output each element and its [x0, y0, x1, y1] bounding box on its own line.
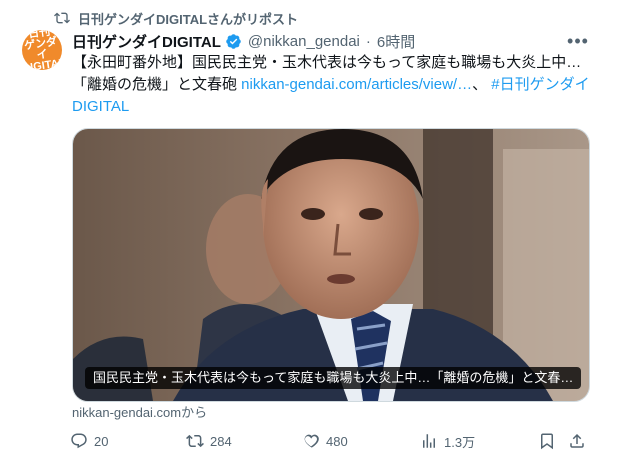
reply-count: 20	[94, 433, 109, 449]
share-button[interactable]	[568, 428, 586, 454]
tweet-text: 【永田町番外地】国民民主党・玉木代表は今もって家庭も職場も大炎上中… 「離婚の危…	[72, 52, 592, 118]
more-options-button[interactable]: •••	[566, 30, 590, 52]
repost-count: 284	[210, 433, 232, 449]
article-link[interactable]: nikkan-gendai.com/articles/view/…	[241, 76, 472, 93]
action-bar: 20 284 480 1.3万	[70, 428, 590, 454]
repost-label: 日刊ゲンダイDIGITALさんがリポスト	[78, 11, 299, 27]
views-chart-icon	[423, 434, 435, 448]
views-count: 1.3万	[444, 434, 476, 450]
like-count: 480	[326, 433, 348, 449]
views-button[interactable]: 1.3万	[420, 428, 475, 454]
card-photo	[73, 129, 589, 401]
tweet-line-1: 【永田町番外地】国民民主党・玉木代表は今もって家庭も職場も大炎上中…	[72, 54, 582, 71]
link-card[interactable]: 国民民主党・玉木代表は今もって家庭も職場も大炎上中…「離婚の危機」と文春…	[72, 128, 590, 402]
tweet-header: 日刊ゲンダイDIGITAL @nikkan_gendai · 6時間	[72, 30, 415, 52]
card-caption: 国民民主党・玉木代表は今もって家庭も職場も大炎上中…「離婚の危機」と文春…	[85, 367, 582, 389]
avatar-logo: 日刊 ゲンダイ DIGITAL	[22, 30, 62, 70]
post-time[interactable]: 6時間	[377, 31, 415, 52]
bookmark-button[interactable]	[538, 428, 556, 454]
repost-indicator[interactable]: 日刊ゲンダイDIGITALさんがリポスト	[54, 8, 298, 28]
bookmark-icon	[541, 433, 553, 450]
author-name[interactable]: 日刊ゲンダイDIGITAL	[72, 31, 221, 52]
share-icon	[570, 433, 584, 448]
more-icon: •••	[567, 30, 589, 51]
reply-icon	[71, 433, 87, 449]
tweet-separator: 、	[472, 76, 492, 93]
avatar[interactable]: 日刊 ゲンダイ DIGITAL	[22, 30, 62, 70]
repost-button[interactable]: 284	[186, 428, 232, 454]
repost-icon	[186, 434, 204, 448]
author-handle[interactable]: @nikkan_gendai	[248, 33, 360, 50]
verified-badge-icon	[226, 33, 241, 49]
reply-button[interactable]: 20	[70, 428, 108, 454]
tweet-line-2: 「離婚の危機」と文春砲	[72, 76, 242, 93]
repost-icon	[54, 12, 70, 24]
card-source[interactable]: nikkan-gendai.comから	[72, 402, 207, 421]
like-button[interactable]: 480	[302, 428, 348, 454]
heart-icon	[304, 434, 319, 448]
meta-separator: ·	[365, 32, 371, 50]
